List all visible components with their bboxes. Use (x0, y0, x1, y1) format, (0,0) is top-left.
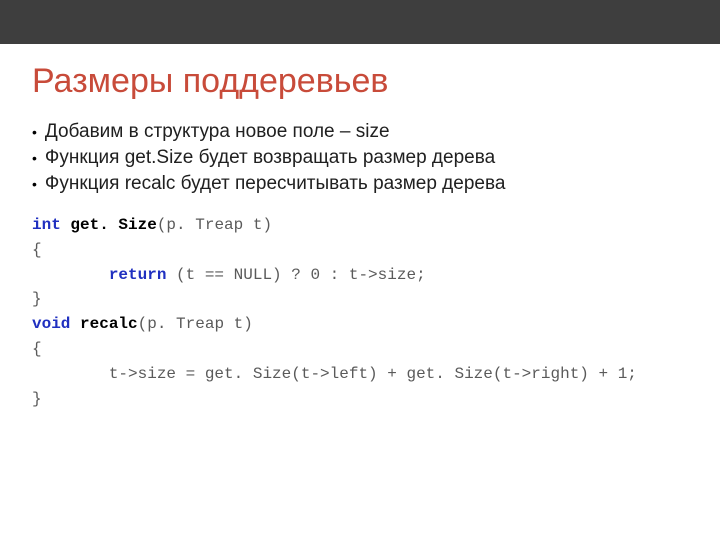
bullet-text: Функция get.Size будет возвращать размер… (45, 145, 495, 171)
slide-content: Размеры поддеревьев • Добавим в структур… (0, 44, 720, 411)
bullet-text: Добавим в структура новое поле – size (45, 119, 390, 145)
code-line: } (32, 287, 688, 312)
slide-title: Размеры поддеревьев (32, 62, 688, 101)
code-block: int get. Size(p. Treap t) { return (t ==… (32, 211, 688, 411)
top-bar (0, 0, 720, 44)
code-line: int get. Size(p. Treap t) (32, 213, 688, 238)
bullet-dot: • (32, 171, 37, 197)
bullet-text: Функция recalc будет пересчитывать разме… (45, 171, 506, 197)
code-line: void recalc(p. Treap t) (32, 312, 688, 337)
code-line: } (32, 387, 688, 412)
code-line: t->size = get. Size(t->left) + get. Size… (32, 362, 688, 387)
bullet-item: • Функция recalc будет пересчитывать раз… (32, 171, 688, 197)
code-line: return (t == NULL) ? 0 : t->size; (32, 263, 688, 288)
bullet-list: • Добавим в структура новое поле – size … (32, 119, 688, 197)
code-line: { (32, 337, 688, 362)
bullet-dot: • (32, 119, 37, 145)
bullet-item: • Добавим в структура новое поле – size (32, 119, 688, 145)
bullet-dot: • (32, 145, 37, 171)
bullet-item: • Функция get.Size будет возвращать разм… (32, 145, 688, 171)
code-line: { (32, 238, 688, 263)
